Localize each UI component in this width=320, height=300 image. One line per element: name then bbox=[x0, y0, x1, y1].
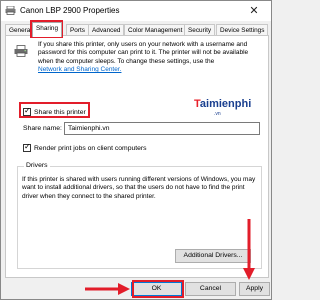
drivers-group-title: Drivers bbox=[24, 162, 50, 169]
render-jobs-label: Render print jobs on client computers bbox=[34, 144, 147, 152]
render-jobs-checkbox[interactable]: ✓ bbox=[23, 142, 31, 152]
sharing-panel: If you share this printer, only users on… bbox=[5, 35, 269, 278]
printer-properties-dialog: Canon LBP 2900 Properties ✕ Genera Shari… bbox=[0, 0, 272, 300]
share-printer-option[interactable]: ✓ Share this printer bbox=[23, 106, 86, 116]
drivers-group: Drivers If this printer is shared with u… bbox=[17, 162, 262, 269]
share-printer-checkbox[interactable]: ✓ bbox=[23, 106, 31, 116]
watermark-logo: Taimienphi bbox=[194, 98, 252, 110]
close-button[interactable]: ✕ bbox=[239, 2, 269, 20]
check-icon: ✓ bbox=[24, 142, 31, 151]
tab-sharing[interactable]: Sharing bbox=[32, 22, 63, 37]
ok-button[interactable]: OK bbox=[131, 282, 182, 296]
watermark-sub: .vn bbox=[214, 111, 221, 117]
drivers-description: If this printer is shared with users run… bbox=[22, 176, 256, 200]
share-name-input[interactable] bbox=[64, 122, 260, 135]
share-name-label: Share name: bbox=[23, 125, 62, 132]
title-bar: Canon LBP 2900 Properties ✕ bbox=[1, 1, 271, 21]
window-title: Canon LBP 2900 Properties bbox=[20, 6, 120, 15]
render-jobs-option[interactable]: ✓ Render print jobs on client computers bbox=[23, 142, 147, 152]
tab-bar: Genera Sharing Ports Advanced Color Mana… bbox=[5, 22, 269, 37]
sharing-description: If you share this printer, only users on… bbox=[38, 41, 249, 65]
additional-drivers-button[interactable]: Additional Drivers... bbox=[175, 249, 251, 263]
cancel-button[interactable]: Cancel bbox=[185, 282, 236, 296]
arrow-right-icon bbox=[85, 283, 130, 295]
printer-icon bbox=[14, 45, 28, 57]
share-printer-label: Share this printer bbox=[34, 108, 86, 116]
check-icon: ✓ bbox=[24, 106, 31, 115]
printer-icon bbox=[5, 6, 16, 15]
apply-button[interactable]: Apply bbox=[239, 282, 270, 296]
network-sharing-center-link[interactable]: Network and Sharing Center. bbox=[38, 66, 121, 73]
